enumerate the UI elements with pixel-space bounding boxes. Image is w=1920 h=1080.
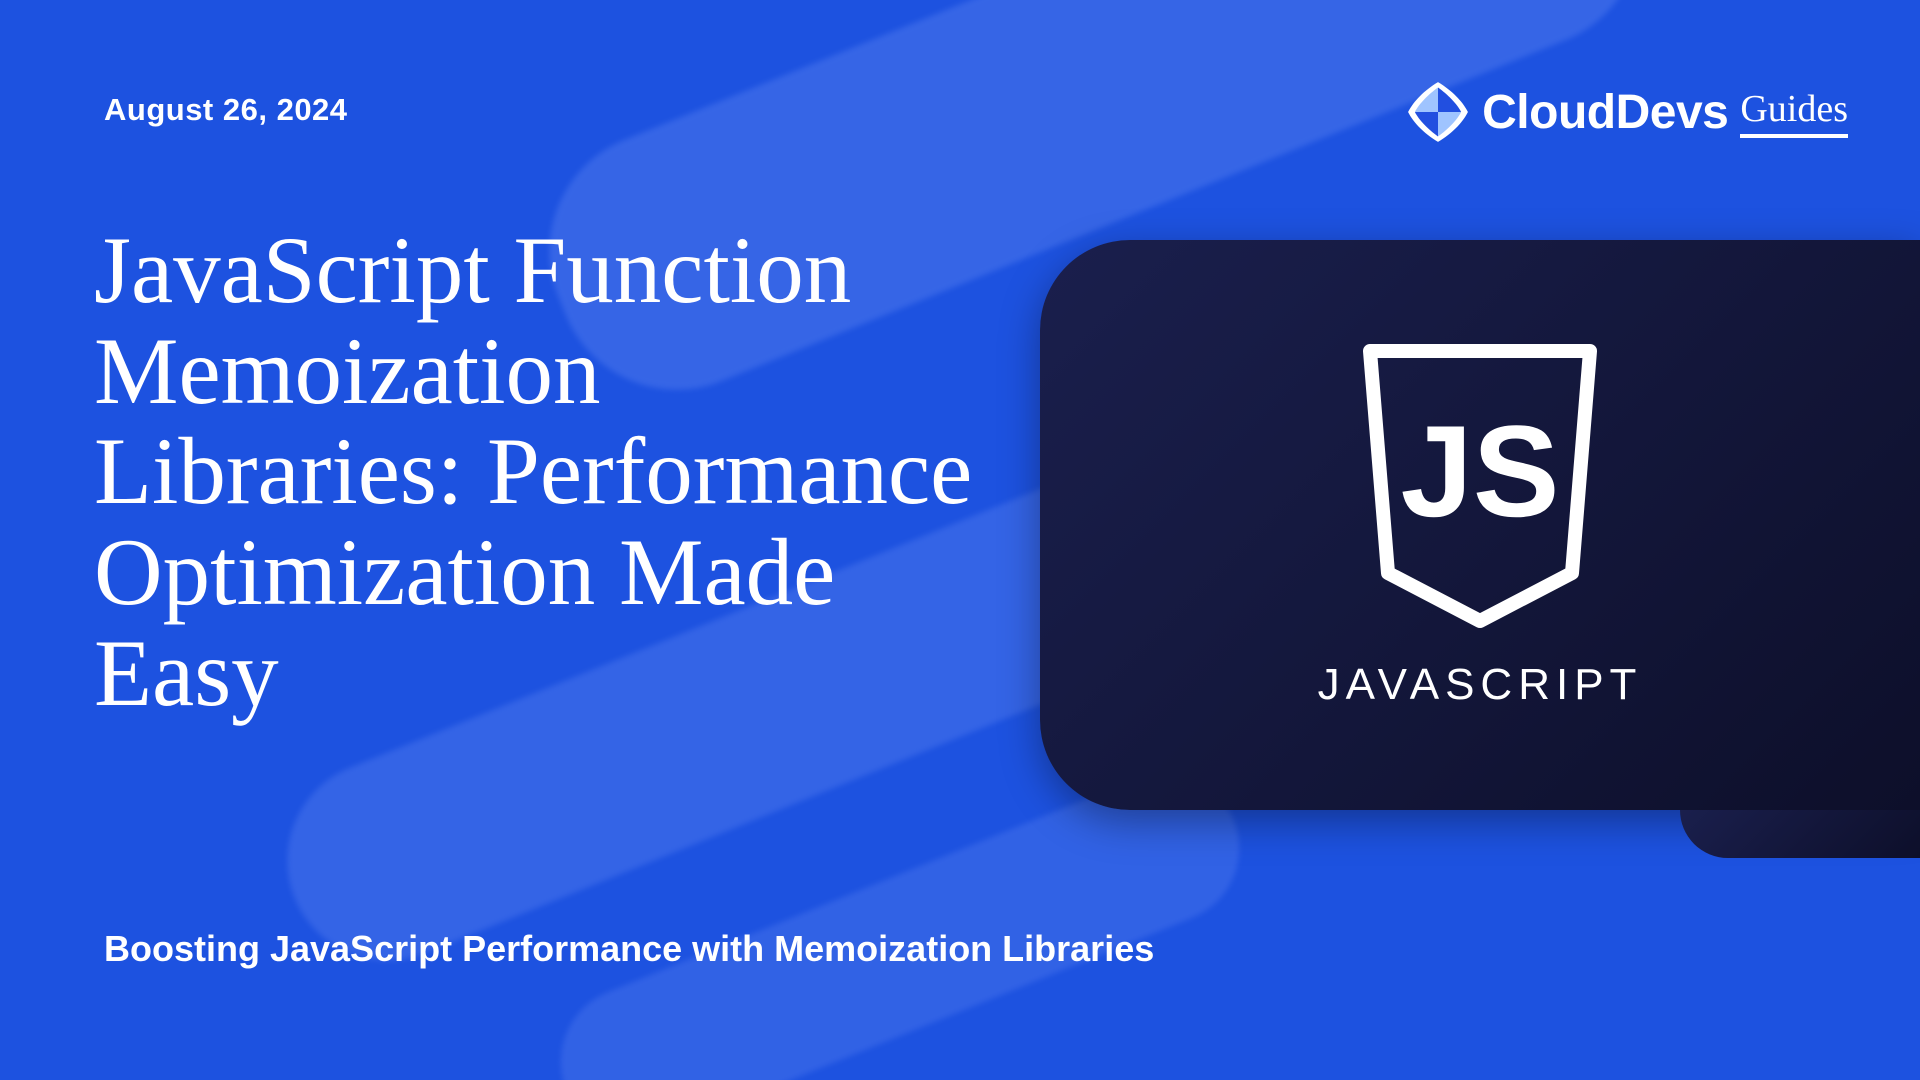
svg-text:JS: JS [1400,398,1559,544]
brand-logo: CloudDevs Guides [1404,78,1848,146]
brand-suffix: Guides [1740,87,1848,138]
article-subtitle: Boosting JavaScript Performance with Mem… [104,928,1154,970]
publish-date: August 26, 2024 [104,92,348,128]
clouddevs-icon [1404,78,1472,146]
article-title: JavaScript Function Memoization Librarie… [94,220,974,723]
brand-name: CloudDevs [1482,85,1728,140]
card-label: JAVASCRIPT [1318,660,1643,710]
hero-card: JS JAVASCRIPT [1040,240,1920,810]
javascript-shield-icon: JS [1350,341,1610,636]
